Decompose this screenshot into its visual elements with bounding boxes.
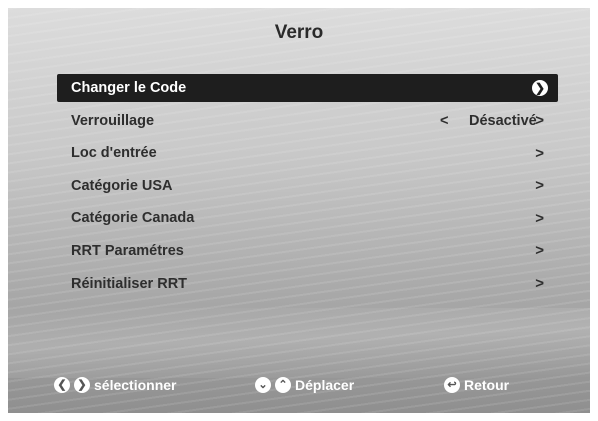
- menu-item-label: Loc d'entrée: [71, 145, 157, 162]
- chevron-down-icon: ⌄: [255, 377, 271, 393]
- chevron-right-icon: >: [535, 177, 544, 195]
- back-hint-label: Retour: [464, 377, 510, 393]
- menu-item-changer-le-code[interactable]: Changer le Code ❯: [57, 74, 558, 102]
- menu-item-loc-entree[interactable]: Loc d'entrée >: [57, 139, 558, 167]
- chevron-right-icon: >: [535, 209, 544, 227]
- move-hint: ⌄ ⌃ Déplacer: [255, 377, 354, 393]
- chevron-left-icon: ❮: [54, 377, 70, 393]
- screen-title: Verro: [274, 22, 324, 43]
- move-hint-label: Déplacer: [295, 377, 355, 393]
- menu-item-reinitialiser-rrt[interactable]: Réinitialiser RRT >: [57, 270, 558, 298]
- menu-item-label: RRT Paramétres: [71, 242, 184, 259]
- menu-item-label: Verrouillage: [71, 112, 155, 129]
- menu-item-label: Changer le Code: [71, 80, 187, 96]
- chevron-right-icon[interactable]: >: [535, 112, 544, 129]
- menu-item-label: Réinitialiser RRT: [71, 275, 188, 292]
- menu-item-categorie-canada[interactable]: Catégorie Canada >: [57, 204, 558, 232]
- footer-hints: ❮ ❯ sélectionner ⌄ ⌃ Déplacer ↩ Retour: [8, 377, 590, 403]
- select-hint-label: sélectionner: [94, 377, 177, 393]
- menu-item-categorie-usa[interactable]: Catégorie USA >: [57, 172, 558, 200]
- menu-item-label: Catégorie Canada: [71, 210, 195, 227]
- chevron-right-icon: >: [535, 275, 544, 293]
- lock-menu-screen: Verro Changer le Code ❯ Verrouillage < D…: [8, 8, 590, 413]
- chevron-right-icon: >: [535, 242, 544, 260]
- menu-item-rrt-parametres[interactable]: RRT Paramétres >: [57, 237, 558, 265]
- chevron-right-icon: >: [535, 144, 544, 162]
- menu-item-verrouillage[interactable]: Verrouillage < Désactivé >: [57, 107, 558, 135]
- return-icon: ↩: [444, 377, 460, 393]
- back-hint: ↩ Retour: [444, 377, 509, 393]
- chevron-up-icon: ⌃: [275, 377, 291, 393]
- select-hint: ❮ ❯ sélectionner: [54, 377, 176, 393]
- menu-item-label: Catégorie USA: [71, 177, 173, 194]
- verrouillage-value: Désactivé: [469, 112, 537, 129]
- chevron-right-icon: ❯: [532, 80, 548, 96]
- lock-menu: Changer le Code ❯ Verrouillage < Désacti…: [57, 74, 558, 302]
- chevron-right-icon: ❯: [74, 377, 90, 393]
- chevron-left-icon[interactable]: <: [440, 113, 448, 129]
